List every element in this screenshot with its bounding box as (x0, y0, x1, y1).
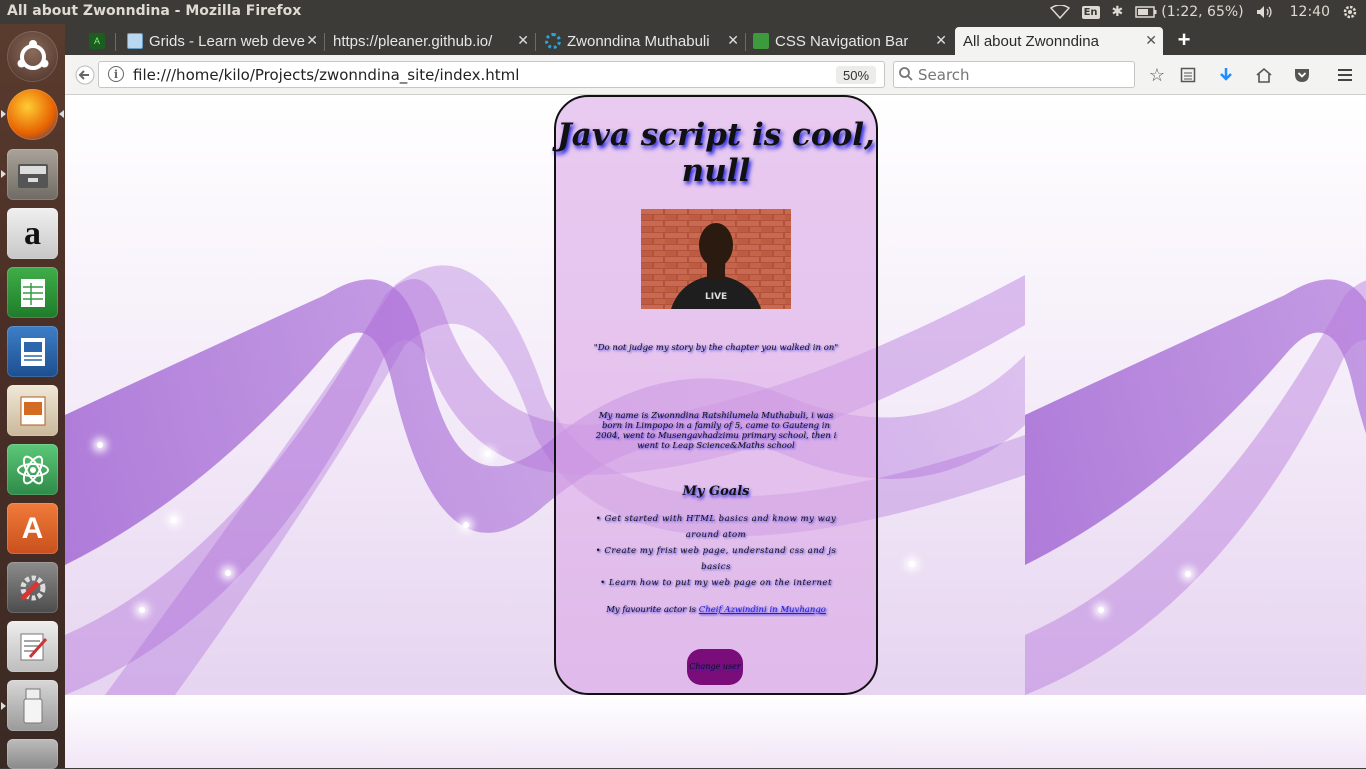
ubuntu-dash-icon[interactable] (7, 31, 58, 82)
goals-list: • Get started with HTML basics and know … (584, 511, 848, 591)
new-tab-button[interactable]: + (1174, 27, 1194, 52)
atom-editor-icon[interactable] (7, 444, 58, 495)
sparkle-decoration (97, 442, 103, 448)
background-lower-band (65, 695, 1366, 768)
clock[interactable]: 12:40 (1280, 0, 1340, 24)
tab-separator (745, 33, 746, 51)
svg-text:LIVE: LIVE (705, 292, 727, 302)
presentation-icon[interactable] (7, 385, 58, 436)
home-icon[interactable] (1252, 63, 1276, 87)
goal-item: • Create my frist web page, understand c… (595, 546, 837, 572)
tab-android[interactable]: A (83, 27, 115, 55)
launcher: a A (0, 24, 65, 769)
tab-separator (115, 33, 116, 51)
sparkle-decoration (1098, 607, 1104, 613)
volume-icon[interactable] (1250, 0, 1280, 24)
background-wave-image (65, 95, 1025, 695)
goal-item: • Learn how to put my web page on the in… (600, 578, 832, 588)
goal-item: • Get started with HTML basics and know … (595, 514, 837, 540)
search-box[interactable] (893, 61, 1135, 88)
tab-close-icon[interactable]: ✕ (727, 32, 739, 49)
sparkle-decoration (485, 451, 491, 457)
focus-indicator (59, 110, 64, 118)
tab-grids[interactable]: Grids - Learn web deve ✕ (117, 27, 324, 55)
software-center-icon[interactable]: A (7, 503, 58, 554)
usb-drive-icon[interactable] (7, 680, 58, 731)
reader-list-icon[interactable] (1176, 63, 1200, 87)
amazon-icon[interactable]: a (7, 208, 58, 259)
running-indicator (1, 170, 6, 178)
system-settings-icon[interactable] (7, 562, 58, 613)
sparkle-decoration (225, 570, 231, 576)
page-heading: Java script is cool, null (557, 117, 875, 189)
page-viewport: Java script is cool, null LIVE "Do not j… (65, 95, 1366, 768)
tab-bar: A Grids - Learn web deve ✕ https://plean… (65, 24, 1366, 55)
back-arrow-icon (75, 65, 95, 85)
tab-close-icon[interactable]: ✕ (935, 32, 947, 49)
tab-close-icon[interactable]: ✕ (517, 32, 529, 49)
sparkle-decoration (909, 561, 915, 567)
running-indicator (1, 702, 6, 710)
running-indicator (1, 110, 6, 118)
spinner-icon (545, 33, 561, 49)
favourite-actor-text: My favourite actor is Cheif Azwindini in… (606, 605, 826, 615)
sparkle-decoration (139, 607, 145, 613)
tab-separator (324, 33, 325, 51)
keyboard-language-indicator[interactable]: En (1076, 0, 1106, 24)
sparkle-decoration (1185, 571, 1191, 577)
codepen-icon (753, 33, 769, 49)
text-editor-icon[interactable] (7, 621, 58, 672)
quote-text: "Do not judge my story by the chapter yo… (593, 343, 839, 353)
battery-icon (1135, 6, 1157, 18)
tab-separator (535, 33, 536, 51)
background-wave-image-repeat (1025, 95, 1366, 695)
sparkle-decoration (171, 517, 177, 523)
downloads-icon[interactable] (1214, 63, 1238, 87)
firefox-icon[interactable] (7, 89, 58, 140)
system-top-bar: All about Zwonndina - Mozilla Firefox En… (0, 0, 1366, 24)
tab-zwonndina-muthabuli[interactable]: Zwonndina Muthabuli ✕ (537, 27, 745, 55)
sparkle-decoration (463, 522, 469, 528)
mdn-icon (127, 33, 143, 49)
menu-hamburger-icon[interactable] (1333, 63, 1357, 87)
tab-close-icon[interactable]: ✕ (306, 32, 318, 49)
battery-indicator[interactable]: (1:22, 65%) (1129, 0, 1249, 24)
tab-close-icon[interactable]: ✕ (1145, 32, 1157, 49)
navigation-toolbar: i file:///home/kilo/Projects/zwonndina_s… (65, 55, 1366, 95)
battery-text: (1:22, 65%) (1161, 4, 1244, 20)
tab-pleaner[interactable]: https://pleaner.github.io/ ✕ (326, 27, 535, 55)
search-icon (899, 67, 913, 81)
settings-gear-icon[interactable] (1340, 0, 1366, 24)
zoom-indicator[interactable]: 50% (836, 66, 876, 84)
bookmark-star-icon[interactable]: ☆ (1145, 63, 1169, 87)
spreadsheet-icon[interactable] (7, 267, 58, 318)
back-button[interactable] (73, 63, 97, 87)
favourite-actor-link[interactable]: Cheif Azwindini in Muvhango (699, 605, 826, 615)
profile-card: Java script is cool, null LIVE "Do not j… (554, 95, 878, 695)
tab-all-about-zwonndina[interactable]: All about Zwonndina ✕ (955, 27, 1163, 55)
system-tray: En ✱ (1:22, 65%) 12:40 (1044, 0, 1366, 24)
search-input[interactable] (918, 65, 1128, 85)
wifi-icon[interactable] (1044, 0, 1076, 24)
pocket-icon[interactable] (1290, 63, 1314, 87)
bio-text: My name is Zwonndina Ratshilumela Muthab… (595, 411, 837, 451)
window-title: All about Zwonndina - Mozilla Firefox (7, 3, 302, 19)
bluetooth-icon[interactable]: ✱ (1106, 0, 1130, 24)
goals-heading: My Goals (682, 484, 750, 499)
android-icon: A (89, 33, 105, 49)
site-info-icon[interactable]: i (108, 66, 124, 82)
tab-css-navigation-bar[interactable]: CSS Navigation Bar ✕ (747, 27, 953, 55)
trash-icon[interactable] (7, 739, 58, 769)
document-writer-icon[interactable] (7, 326, 58, 377)
change-user-button[interactable]: Change user (687, 649, 743, 685)
url-text[interactable]: file:///home/kilo/Projects/zwonndina_sit… (133, 66, 519, 84)
url-bar[interactable]: i file:///home/kilo/Projects/zwonndina_s… (98, 61, 913, 88)
profile-photo: LIVE (641, 209, 791, 309)
files-icon[interactable] (7, 149, 58, 200)
